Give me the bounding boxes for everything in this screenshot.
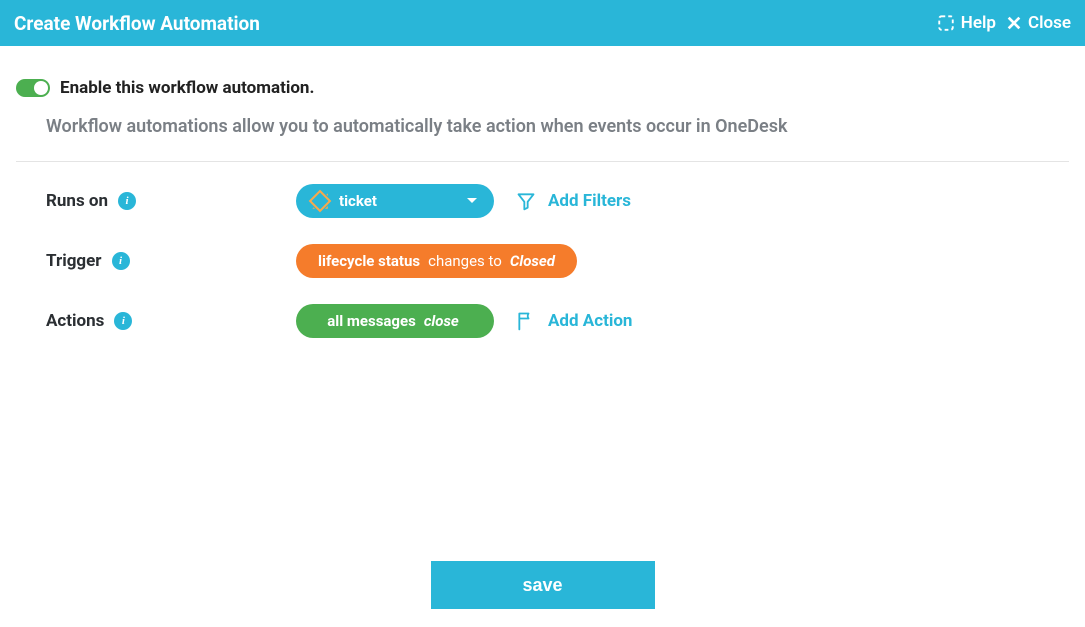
form-area: Runs on i ticket Add Filters Trigger (16, 162, 1069, 338)
trigger-row: Trigger i lifecycle status changes to Cl… (46, 244, 1069, 278)
action-pill[interactable]: all messages close (296, 304, 494, 338)
actions-label: Actions (46, 311, 104, 331)
info-icon[interactable]: i (114, 312, 132, 330)
add-filters-label: Add Filters (548, 191, 631, 211)
titlebar-actions: Help Close (937, 13, 1071, 33)
help-button[interactable]: Help (937, 13, 996, 33)
footer: save (0, 561, 1085, 609)
help-label: Help (961, 13, 996, 33)
info-icon[interactable]: i (112, 252, 130, 270)
runs-on-label: Runs on (46, 191, 108, 211)
info-icon[interactable]: i (118, 192, 136, 210)
trigger-pill[interactable]: lifecycle status changes to Closed (296, 244, 577, 278)
close-label: Close (1028, 13, 1071, 33)
action-value: close (424, 312, 459, 330)
filter-icon (516, 191, 536, 211)
trigger-field: lifecycle status (318, 252, 420, 270)
runs-on-select[interactable]: ticket (296, 184, 494, 218)
trigger-operator: changes to (428, 252, 502, 270)
content-area: Enable this workflow automation. Workflo… (0, 46, 1085, 338)
add-action-button[interactable]: Add Action (516, 311, 632, 331)
add-filters-button[interactable]: Add Filters (516, 191, 631, 211)
titlebar: Create Workflow Automation Help Close (0, 0, 1085, 46)
save-button[interactable]: save (431, 561, 655, 609)
close-button[interactable]: Close (1006, 13, 1071, 33)
trigger-value: Closed (510, 252, 555, 270)
trigger-label: Trigger (46, 251, 102, 271)
actions-row: Actions i all messages close Add Action (46, 304, 1069, 338)
chevron-down-icon (466, 197, 478, 205)
enable-toggle[interactable] (16, 79, 50, 97)
close-icon (1006, 15, 1022, 31)
titlebar-title: Create Workflow Automation (14, 12, 260, 35)
enable-row: Enable this workflow automation. (16, 78, 1069, 98)
enable-label: Enable this workflow automation. (60, 78, 314, 98)
runs-on-value: ticket (339, 192, 377, 210)
runs-on-label-group: Runs on i (46, 191, 296, 211)
action-target: all messages (327, 312, 416, 330)
description-text: Workflow automations allow you to automa… (16, 116, 1069, 137)
ticket-icon (309, 190, 332, 213)
actions-label-group: Actions i (46, 311, 296, 331)
trigger-label-group: Trigger i (46, 251, 296, 271)
runs-on-row: Runs on i ticket Add Filters (46, 184, 1069, 218)
flag-icon (516, 311, 536, 331)
help-icon (937, 14, 955, 32)
add-action-label: Add Action (548, 311, 632, 331)
toggle-knob (34, 81, 48, 95)
